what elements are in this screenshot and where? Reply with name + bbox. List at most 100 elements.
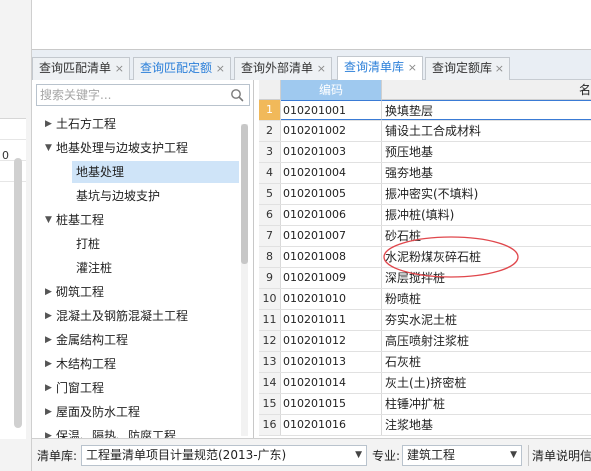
- chevron-right-icon[interactable]: ▶: [45, 304, 52, 328]
- code-cell[interactable]: 010201005: [281, 184, 382, 204]
- column-header-name[interactable]: 名: [382, 80, 591, 100]
- row-number: 8: [259, 247, 281, 267]
- name-cell[interactable]: 夯实水泥土桩: [382, 310, 591, 330]
- library-select[interactable]: 工程量清单项目计量规范(2013-广东) ▼: [81, 445, 367, 466]
- code-cell[interactable]: 010201001: [281, 100, 382, 120]
- table-row[interactable]: 6 010201006 振冲桩(填料): [259, 205, 591, 226]
- code-cell[interactable]: 010201006: [281, 205, 382, 225]
- tree-item-concrete[interactable]: ▶ 混凝土及钢筋混凝土工程: [32, 304, 240, 328]
- left-side-scrollbar[interactable]: [14, 158, 22, 428]
- major-select[interactable]: 建筑工程 ▼: [402, 445, 522, 466]
- chevron-down-icon[interactable]: ▼: [45, 208, 52, 232]
- chevron-right-icon[interactable]: ▶: [45, 352, 52, 376]
- tree-scrollbar[interactable]: [241, 124, 248, 436]
- close-icon[interactable]: ×: [317, 58, 326, 79]
- code-cell[interactable]: 010201016: [281, 415, 382, 435]
- list-library-grid: 编码 名 1 010201001 换填垫层 2 010201002 铺设土工合成材料 3 01…: [259, 80, 591, 438]
- name-cell[interactable]: 高压喷射注浆桩: [382, 331, 591, 351]
- search-icon[interactable]: [230, 88, 244, 102]
- code-cell[interactable]: 010201004: [281, 163, 382, 183]
- name-cell[interactable]: 砂石桩: [382, 226, 591, 246]
- code-cell[interactable]: 010201010: [281, 289, 382, 309]
- tree-item-wood-structure[interactable]: ▶ 木结构工程: [32, 352, 240, 376]
- tree-item-pile-foundation[interactable]: ▼ 桩基工程: [32, 208, 240, 232]
- code-cell[interactable]: 010201014: [281, 373, 382, 393]
- chevron-right-icon[interactable]: ▶: [45, 400, 52, 424]
- tab-query-external-list[interactable]: 查询外部清单 ×: [234, 57, 332, 80]
- tree-item-earthwork[interactable]: ▶ 土石方工程: [32, 112, 240, 136]
- tree-item-doors-windows[interactable]: ▶ 门窗工程: [32, 376, 240, 400]
- code-cell[interactable]: 010201008: [281, 247, 382, 267]
- name-cell[interactable]: 预压地基: [382, 142, 591, 162]
- code-cell[interactable]: 010201013: [281, 352, 382, 372]
- chevron-right-icon[interactable]: ▶: [45, 376, 52, 400]
- table-row[interactable]: 4 010201004 强夯地基: [259, 163, 591, 184]
- tree-item-piling[interactable]: 打桩: [32, 232, 240, 256]
- tree-scrollbar-thumb[interactable]: [241, 124, 248, 264]
- code-cell[interactable]: 010201007: [281, 226, 382, 246]
- tree-item-insulation[interactable]: ▶ 保温、隔热、防腐工程: [32, 424, 240, 438]
- tree-item-masonry[interactable]: ▶ 砌筑工程: [32, 280, 240, 304]
- name-cell[interactable]: 灰土(土)挤密桩: [382, 373, 591, 393]
- name-cell[interactable]: 换填垫层: [382, 100, 591, 120]
- tree-item-foundation-treatment[interactable]: ▼ 地基处理与边坡支护工程: [32, 136, 240, 160]
- table-row[interactable]: 16 010201016 注浆地基: [259, 415, 591, 436]
- tab-query-match-quota[interactable]: 查询匹配定额 ×: [133, 57, 231, 80]
- table-row[interactable]: 14 010201014 灰土(土)挤密桩: [259, 373, 591, 394]
- tree-item-roofing-waterproof[interactable]: ▶ 屋面及防水工程: [32, 400, 240, 424]
- chevron-down-icon[interactable]: ▼: [355, 446, 362, 465]
- table-row[interactable]: 2 010201002 铺设土工合成材料: [259, 121, 591, 142]
- name-cell[interactable]: 振冲桩(填料): [382, 205, 591, 225]
- chevron-down-icon[interactable]: ▼: [45, 136, 52, 160]
- name-cell[interactable]: 注浆地基: [382, 415, 591, 435]
- name-cell[interactable]: 强夯地基: [382, 163, 591, 183]
- code-cell[interactable]: 010201012: [281, 331, 382, 351]
- name-cell[interactable]: 铺设土工合成材料: [382, 121, 591, 141]
- chevron-down-icon[interactable]: ▼: [510, 446, 517, 465]
- search-input[interactable]: [40, 87, 226, 103]
- major-select-value: 建筑工程: [407, 448, 456, 462]
- name-cell[interactable]: 粉喷桩: [382, 289, 591, 309]
- name-cell[interactable]: 石灰桩: [382, 352, 591, 372]
- name-cell[interactable]: 水泥粉煤灰碎石桩: [382, 247, 591, 267]
- chevron-right-icon[interactable]: ▶: [45, 328, 52, 352]
- table-row[interactable]: 13 010201013 石灰桩: [259, 352, 591, 373]
- list-description-label[interactable]: 清单说明信: [532, 447, 591, 464]
- tree-item-cast-in-place-pile[interactable]: 灌注桩: [32, 256, 240, 280]
- code-cell[interactable]: 010201011: [281, 310, 382, 330]
- close-icon[interactable]: ×: [216, 58, 225, 79]
- chevron-right-icon[interactable]: ▶: [45, 280, 52, 304]
- code-cell[interactable]: 010201003: [281, 142, 382, 162]
- close-icon[interactable]: ×: [408, 57, 417, 78]
- close-icon[interactable]: ×: [495, 58, 504, 79]
- table-row[interactable]: 8 010201008 水泥粉煤灰碎石桩: [259, 247, 591, 268]
- code-cell[interactable]: 010201002: [281, 121, 382, 141]
- table-row[interactable]: 15 010201015 柱锤冲扩桩: [259, 394, 591, 415]
- grid-header: 编码 名: [259, 80, 591, 100]
- close-icon[interactable]: ×: [115, 58, 124, 79]
- name-cell[interactable]: 柱锤冲扩桩: [382, 394, 591, 414]
- tab-query-match-list[interactable]: 查询匹配清单 ×: [32, 57, 130, 80]
- tree-item-pit-slope-support[interactable]: 基坑与边坡支护: [32, 184, 240, 208]
- chevron-right-icon[interactable]: ▶: [45, 424, 52, 438]
- code-cell[interactable]: 010201009: [281, 268, 382, 288]
- table-row[interactable]: 10 010201010 粉喷桩: [259, 289, 591, 310]
- table-row[interactable]: 3 010201003 预压地基: [259, 142, 591, 163]
- chevron-right-icon[interactable]: ▶: [45, 112, 52, 136]
- table-row[interactable]: 5 010201005 振冲密实(不填料): [259, 184, 591, 205]
- bottom-filter-bar: 清单库: 工程量清单项目计量规范(2013-广东) ▼ 专业: 建筑工程 ▼ 清…: [32, 438, 591, 471]
- tree-item-ground-treatment[interactable]: 地基处理: [32, 160, 240, 184]
- tree-item-metal-structure[interactable]: ▶ 金属结构工程: [32, 328, 240, 352]
- table-row[interactable]: 12 010201012 高压喷射注浆桩: [259, 331, 591, 352]
- tab-query-quota-library[interactable]: 查询定额库 ×: [425, 57, 510, 80]
- tab-query-list-library[interactable]: 查询清单库 ×: [337, 56, 423, 80]
- grid-corner: [259, 80, 281, 100]
- code-cell[interactable]: 010201015: [281, 394, 382, 414]
- name-cell[interactable]: 振冲密实(不填料): [382, 184, 591, 204]
- table-row[interactable]: 1 010201001 换填垫层: [259, 100, 591, 121]
- column-header-code[interactable]: 编码: [281, 80, 382, 100]
- name-cell[interactable]: 深层搅拌桩: [382, 268, 591, 288]
- table-row[interactable]: 11 010201011 夯实水泥土桩: [259, 310, 591, 331]
- table-row[interactable]: 7 010201007 砂石桩: [259, 226, 591, 247]
- table-row[interactable]: 9 010201009 深层搅拌桩: [259, 268, 591, 289]
